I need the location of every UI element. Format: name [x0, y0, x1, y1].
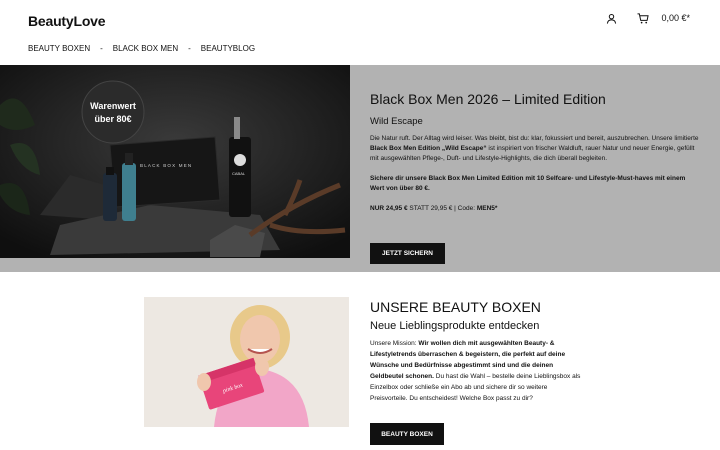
- nav-item-beautyblog[interactable]: BEAUTYBLOG: [201, 44, 255, 53]
- hero-description: Die Natur ruft. Der Alltag wird leiser. …: [370, 134, 700, 164]
- cart-total[interactable]: 0,00 €*: [661, 13, 690, 23]
- section-description: Unsere Mission: Wir wollen dich mit ausg…: [370, 338, 585, 404]
- header-actions: 0,00 €*: [603, 10, 690, 26]
- nav-item-black-box-men[interactable]: BLACK BOX MEN: [113, 44, 178, 53]
- hero-section: BLACK BOX MEN CABAL Warenwert über 80€ B…: [0, 65, 720, 272]
- hero-offer-text: Sichere dir unsere Black Box Men Limited…: [370, 175, 686, 192]
- beauty-boxes-button[interactable]: BEAUTY BOXEN: [370, 423, 444, 445]
- discount-code: MEN5*: [476, 205, 498, 212]
- hero-price: NUR 24,95 € STATT 29,95 € | Code: MEN5*: [370, 205, 700, 212]
- hero-description-bold: Black Box Men Edition „Wild Escape“: [370, 145, 487, 152]
- price-was: STATT 29,95 € | Code:: [407, 205, 477, 212]
- badge-line1: Warenwert: [90, 101, 136, 111]
- main-nav: BEAUTY BOXEN - BLACK BOX MEN - BEAUTYBLO…: [28, 44, 255, 53]
- section-title: UNSERE BEAUTY BOXEN: [370, 299, 541, 315]
- section-subtitle: Neue Lieblingsprodukte entdecken: [370, 320, 540, 332]
- box-label: BLACK BOX MEN: [140, 163, 192, 168]
- hero-title: Black Box Men 2026 – Limited Edition: [370, 91, 606, 107]
- beauty-boxes-section: pink box UNSERE BEAUTY BOXEN Neue Liebli…: [0, 272, 720, 450]
- site-header: BeautyLove 0,00 €*: [0, 0, 720, 64]
- hero-description-part: Die Natur ruft. Der Alltag wird leiser. …: [370, 135, 699, 142]
- hero-text: Black Box Men 2026 – Limited Edition Wil…: [370, 91, 700, 212]
- badge-line2: über 80€: [94, 114, 131, 124]
- nav-separator: -: [188, 44, 191, 53]
- hero-product-image: BLACK BOX MEN CABAL Warenwert über 80€: [0, 65, 350, 258]
- user-icon[interactable]: [603, 10, 619, 26]
- section-description-part: Unsere Mission:: [370, 340, 419, 347]
- hero-subtitle: Wild Escape: [370, 116, 423, 127]
- beauty-box-image: pink box: [144, 297, 349, 427]
- site-logo[interactable]: BeautyLove: [28, 13, 106, 29]
- cart-icon[interactable]: [635, 10, 651, 26]
- product-label: CABAL: [232, 171, 246, 176]
- beauty-boxes-text: UNSERE BEAUTY BOXEN Neue Lieblingsproduk…: [370, 299, 585, 404]
- nav-separator: -: [100, 44, 103, 53]
- secure-now-button[interactable]: JETZT SICHERN: [370, 243, 445, 264]
- nav-item-beauty-boxen[interactable]: BEAUTY BOXEN: [28, 44, 90, 53]
- price-now: NUR 24,95 €: [370, 205, 408, 212]
